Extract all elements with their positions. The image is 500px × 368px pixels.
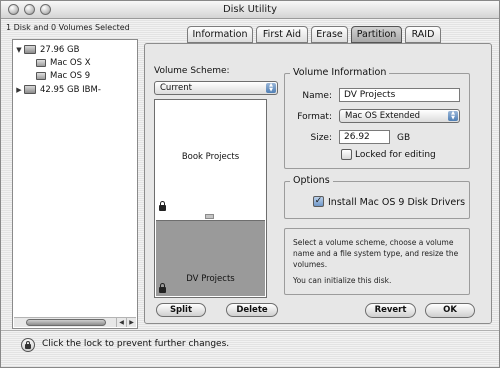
- size-label: Size:: [310, 133, 332, 143]
- tab-partition[interactable]: Partition: [351, 26, 402, 43]
- partition-label: DV Projects: [186, 274, 235, 284]
- list-item-volume-2[interactable]: Mac OS 9: [13, 70, 137, 82]
- locked-label: Locked for editing: [355, 150, 436, 160]
- tab-erase[interactable]: Erase: [311, 26, 348, 43]
- size-unit: GB: [397, 133, 411, 143]
- lock-icon: [159, 283, 166, 293]
- volume-scheme-label: Volume Scheme:: [154, 66, 230, 76]
- options-title: Options: [290, 175, 333, 186]
- tab-information[interactable]: Information: [187, 26, 253, 43]
- bottom-bar: Click the lock to prevent further change…: [1, 330, 499, 367]
- locked-checkbox[interactable]: [341, 149, 352, 160]
- list-item-volume-1[interactable]: Mac OS X: [13, 57, 137, 69]
- help-box: Select a volume scheme, choose a volume …: [284, 228, 470, 295]
- volume-information-group: Volume Information Name: DV Projects For…: [284, 67, 470, 169]
- help-line-1: Select a volume scheme, choose a volume …: [293, 238, 459, 269]
- install-drivers-label: Install Mac OS 9 Disk Drivers: [328, 197, 466, 208]
- checkmark-icon: ✓: [314, 196, 323, 206]
- partition-dv-projects[interactable]: [156, 220, 265, 296]
- partition-label: Book Projects: [181, 152, 240, 162]
- name-label: Name:: [302, 91, 332, 101]
- install-drivers-checkbox[interactable]: ✓: [313, 196, 324, 207]
- help-line-2: You can initialize this disk.: [293, 276, 392, 285]
- list-item-disk-2[interactable]: ▶ 42.95 GB IBM-: [13, 84, 137, 96]
- format-label: Format:: [297, 112, 332, 122]
- disclosure-closed-icon[interactable]: ▶: [15, 84, 23, 96]
- scroll-right-icon[interactable]: ▶: [126, 318, 136, 327]
- lock-message: Click the lock to prevent further change…: [42, 339, 230, 349]
- partition-book-projects[interactable]: Book Projects: [156, 101, 265, 214]
- disk-list-panel: 1 Disk and 0 Volumes Selected ▼ 27.96 GB…: [6, 21, 139, 329]
- volume-label: Mac OS 9: [50, 71, 91, 81]
- disclosure-open-icon[interactable]: ▼: [15, 44, 23, 56]
- help-text: Select a volume scheme, choose a volume …: [293, 237, 468, 286]
- delete-button[interactable]: Delete: [226, 303, 278, 317]
- lock-icon: [159, 201, 166, 211]
- window-title: Disk Utility: [222, 4, 278, 15]
- format-value: Mac OS Extended: [345, 111, 421, 121]
- lock-icon[interactable]: [21, 338, 35, 352]
- popup-arrows-icon: ▲ ▼: [448, 111, 458, 121]
- format-popup[interactable]: Mac OS Extended ▲ ▼: [339, 109, 460, 123]
- volume-information-title: Volume Information: [290, 67, 390, 78]
- disk-label: 42.95 GB IBM-: [40, 85, 101, 95]
- options-group: Options ✓ Install Mac OS 9 Disk Drivers: [284, 175, 470, 219]
- name-field[interactable]: DV Projects: [339, 88, 460, 102]
- volume-label: Mac OS X: [50, 58, 91, 68]
- disk-icon: [24, 85, 36, 94]
- volume-scheme-value: Current: [160, 83, 192, 93]
- disk-utility-window: Disk Utility 1 Disk and 0 Volumes Select…: [0, 0, 500, 368]
- volume-icon: [36, 59, 46, 67]
- tab-first-aid[interactable]: First Aid: [256, 26, 308, 43]
- ok-button[interactable]: OK: [425, 303, 475, 318]
- size-field[interactable]: 26.92: [339, 130, 390, 144]
- list-item-disk-1[interactable]: ▼ 27.96 GB: [13, 44, 137, 56]
- title-bar[interactable]: Disk Utility: [1, 1, 499, 19]
- tab-raid[interactable]: RAID: [405, 26, 441, 43]
- popup-arrows-icon: ▲ ▼: [266, 83, 276, 93]
- revert-button[interactable]: Revert: [365, 303, 416, 318]
- volume-scheme-popup[interactable]: Current ▲ ▼: [154, 81, 278, 95]
- scroll-thumb[interactable]: [26, 319, 106, 326]
- selection-info: 1 Disk and 0 Volumes Selected: [6, 23, 130, 32]
- horizontal-scrollbar[interactable]: ◀ ▶: [14, 317, 136, 327]
- scroll-left-icon[interactable]: ◀: [116, 318, 126, 327]
- split-button[interactable]: Split: [156, 303, 206, 317]
- volume-icon: [36, 72, 46, 80]
- disk-icon: [24, 45, 36, 54]
- disk-list[interactable]: ▼ 27.96 GB Mac OS X Mac OS 9 ▶ 42.95 GB …: [12, 39, 138, 329]
- disk-label: 27.96 GB: [40, 45, 80, 55]
- partition-map[interactable]: Book Projects DV Projects: [154, 99, 267, 298]
- partition-panel: Volume Scheme: Current ▲ ▼ Book Projects …: [144, 43, 492, 324]
